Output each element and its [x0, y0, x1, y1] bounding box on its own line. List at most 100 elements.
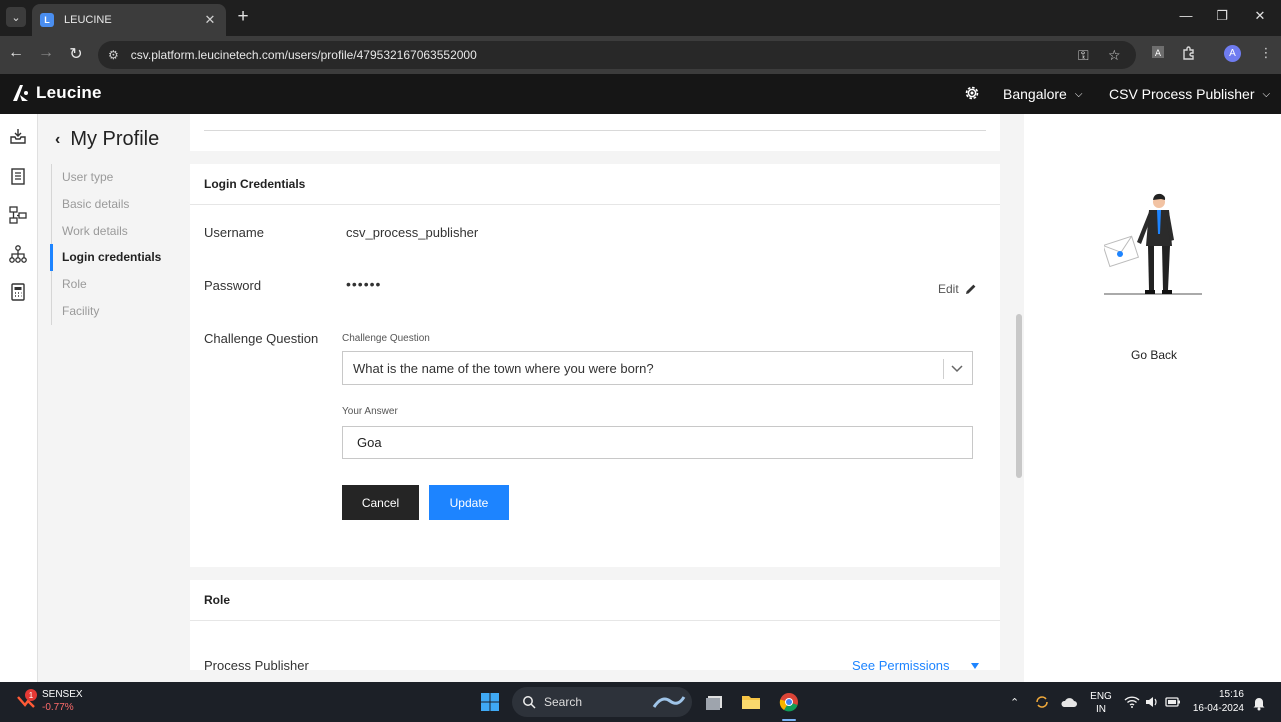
svg-text:A: A [1155, 49, 1162, 59]
challenge-question-select[interactable]: What is the name of the town where you w… [342, 351, 973, 385]
scrollbar-thumb[interactable] [1016, 314, 1022, 478]
reload-button[interactable]: ↻ [66, 44, 86, 64]
answer-field-label: Your Answer [342, 406, 398, 417]
chrome-icon[interactable] [778, 691, 800, 713]
password-key-icon[interactable]: ⚿ [1078, 41, 1089, 69]
update-button[interactable]: Update [429, 485, 509, 520]
task-view-icon[interactable] [704, 691, 726, 713]
chevron-down-icon: ⌵ [1074, 88, 1083, 100]
ticker-change: -0.77% [42, 702, 74, 713]
reports-icon[interactable] [8, 282, 28, 302]
step-login-credentials[interactable]: Login credentials [49, 244, 161, 271]
section-title: Role [190, 580, 1000, 621]
work-details-card [190, 114, 1000, 151]
answer-value: Goa [357, 435, 382, 450]
login-credentials-card: Login Credentials Username csv_process_p… [190, 164, 1000, 567]
onedrive-cloud-icon[interactable] [1060, 695, 1078, 709]
step-role[interactable]: Role [52, 271, 161, 298]
windows-start-icon[interactable] [480, 692, 500, 712]
inbox-icon[interactable] [8, 126, 28, 146]
username-label: Username [204, 225, 264, 240]
file-explorer-icon[interactable] [740, 691, 762, 713]
profile-steps-list: User type Basic details Work details Log… [49, 164, 161, 325]
chevron-down-icon [951, 365, 963, 373]
sync-icon[interactable] [1034, 694, 1050, 710]
extensions-puzzle-icon[interactable] [1179, 45, 1199, 65]
browser-toolbar: ← → ↻ ⚙ csv.platform.leucinetech.com/use… [0, 36, 1281, 74]
lang-top: ENG [1090, 691, 1112, 702]
leucine-favicon-icon: L [40, 13, 54, 27]
role-name: Process Publisher [204, 658, 309, 673]
search-highlight-icon [652, 696, 686, 708]
workflow-icon[interactable] [8, 205, 28, 225]
browser-tab-bar: ⌄ L LEUCINE ✕ + — ❐ ✕ [0, 0, 1281, 36]
person-with-envelope-illustration [1104, 193, 1202, 295]
step-basic-details[interactable]: Basic details [52, 191, 161, 218]
go-back-link[interactable]: Go Back [1131, 348, 1177, 362]
leucine-logo[interactable]: Leucine [11, 83, 102, 103]
pencil-icon [965, 284, 976, 294]
browser-menu-icon[interactable]: ⋮ [1256, 45, 1276, 65]
step-user-type[interactable]: User type [52, 164, 161, 191]
facility-name: Bangalore [1003, 86, 1067, 102]
wifi-icon[interactable] [1124, 695, 1140, 709]
challenge-selected-value: What is the name of the town where you w… [353, 360, 654, 376]
step-facility[interactable]: Facility [52, 298, 161, 325]
tray-expand-icon[interactable]: ⌃ [1010, 682, 1019, 722]
edit-label: Edit [938, 282, 959, 296]
leucine-logo-icon [13, 85, 28, 101]
section-title: Login Credentials [190, 164, 1000, 205]
address-bar[interactable]: ⚙ csv.platform.leucinetech.com/users/pro… [98, 41, 1136, 69]
close-window-button[interactable]: ✕ [1250, 8, 1270, 24]
active-app-indicator [782, 719, 796, 721]
step-work-details[interactable]: Work details [52, 218, 161, 245]
language-indicator[interactable]: ENG IN [1090, 690, 1112, 716]
url-text: csv.platform.leucinetech.com/users/profi… [130, 48, 477, 62]
gear-icon[interactable] [963, 84, 981, 102]
bookmark-star-icon[interactable]: ☆ [1108, 41, 1121, 69]
notification-badge: 1 [25, 689, 37, 701]
answer-input[interactable]: Goa [342, 426, 973, 459]
new-tab-button[interactable]: + [234, 6, 252, 28]
clock-date: 16-04-2024 [1192, 703, 1244, 714]
volume-icon[interactable] [1145, 695, 1159, 709]
app-header: Leucine Bangalore ⌵ CSV Process Publishe… [0, 74, 1281, 114]
challenge-question-label: Challenge Question [204, 331, 319, 346]
search-icon [523, 696, 536, 709]
tab-title: LEUCINE [64, 14, 112, 26]
checklist-icon[interactable] [8, 166, 28, 186]
notification-bell-icon[interactable] [1252, 695, 1266, 711]
browser-tab[interactable]: L LEUCINE ✕ [32, 4, 226, 36]
edit-password-button[interactable]: Edit [938, 282, 977, 296]
back-button[interactable]: ← [6, 44, 26, 62]
stock-ticker-widget[interactable]: 1 SENSEX -0.77% [16, 688, 83, 714]
forward-button[interactable]: → [36, 44, 56, 62]
system-clock[interactable]: 15:16 16-04-2024 [1193, 688, 1244, 716]
user-name: CSV Process Publisher [1109, 86, 1255, 102]
org-hierarchy-icon[interactable] [8, 244, 28, 264]
close-tab-icon[interactable]: ✕ [202, 12, 218, 28]
stock-down-icon: 1 [16, 689, 37, 711]
facility-dropdown[interactable]: Bangalore ⌵ [1003, 86, 1082, 102]
site-info-icon[interactable]: ⚙ [108, 48, 119, 62]
taskbar-search[interactable]: Search [512, 687, 692, 717]
minimize-button[interactable]: — [1176, 8, 1196, 23]
translate-extension-icon[interactable]: A [1148, 45, 1168, 65]
user-dropdown[interactable]: CSV Process Publisher ⌵ [1109, 86, 1270, 102]
username-value: csv_process_publisher [346, 225, 479, 240]
see-permissions-label: See Permissions [852, 658, 950, 673]
page-title-text: My Profile [70, 128, 160, 150]
battery-icon[interactable] [1165, 695, 1181, 709]
challenge-field-label: Challenge Question [342, 333, 430, 344]
chevron-left-icon[interactable]: ‹ [55, 131, 60, 149]
profile-avatar[interactable]: A [1224, 45, 1241, 62]
field-underline [204, 130, 986, 131]
cancel-button[interactable]: Cancel [342, 485, 419, 520]
see-permissions-link[interactable]: See Permissions [852, 658, 980, 673]
role-card: Role Process Publisher See Permissions [190, 580, 1000, 673]
page-title: ‹ My Profile [55, 128, 159, 151]
restore-button[interactable]: ❐ [1212, 8, 1232, 24]
lang-bottom: IN [1096, 704, 1106, 715]
tab-search-button[interactable]: ⌄ [6, 7, 26, 27]
left-nav-rail [0, 114, 38, 682]
